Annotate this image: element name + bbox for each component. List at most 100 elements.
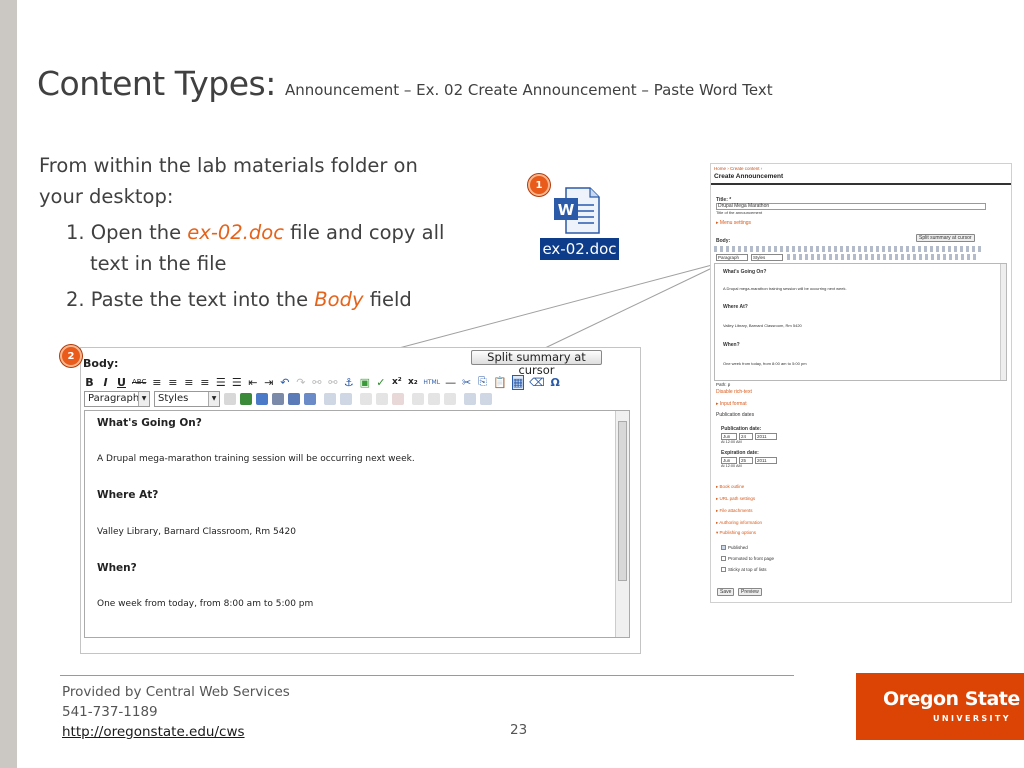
footer-link[interactable]: http://oregonstate.edu/cws xyxy=(62,724,245,740)
insert-layer-icon[interactable] xyxy=(324,393,336,405)
publication-year-select[interactable]: 2011 xyxy=(755,433,777,440)
doc-file-label[interactable]: ex-02.doc xyxy=(540,238,619,260)
mini-split-summary-button[interactable]: Split summary at cursor xyxy=(916,234,975,242)
insert-col-icon[interactable] xyxy=(412,393,424,405)
section-book-outline[interactable]: ▸ Book outline xyxy=(716,484,744,490)
page-number: 23 xyxy=(510,722,528,738)
mini-format-select[interactable]: Paragraph xyxy=(716,254,748,261)
cut-icon[interactable]: ✂ xyxy=(461,376,472,389)
cell-props-icon[interactable] xyxy=(376,393,388,405)
align-justify-icon[interactable]: ≡ xyxy=(199,376,210,389)
expiration-day-select[interactable]: 25 xyxy=(739,457,753,464)
breadcrumb[interactable]: Home › Create content › xyxy=(714,166,762,171)
section-publishing-options[interactable]: ▾ Publishing options xyxy=(716,530,756,536)
indent-icon[interactable]: ⇥ xyxy=(263,376,274,389)
expiration-month-select[interactable]: Jun xyxy=(721,457,737,464)
unlink-icon[interactable]: ⚯ xyxy=(327,376,338,389)
chevron-down-icon: ▼ xyxy=(138,392,149,406)
image-icon[interactable]: ▣ xyxy=(359,376,370,389)
body-editor-area[interactable]: What's Going On? A Drupal mega-marathon … xyxy=(84,410,630,638)
template-icon[interactable] xyxy=(240,393,252,405)
mini-editor-line: One week from today, from 8:00 am to 5:0… xyxy=(723,361,807,366)
save-button[interactable]: Save xyxy=(717,588,735,596)
strikethrough-button[interactable]: ABC xyxy=(132,378,146,386)
styles-select-value: Styles xyxy=(158,393,189,404)
publication-day-select[interactable]: 24 xyxy=(739,433,753,440)
editor-toolbar-row2: Paragraph ▼ Styles ▼ xyxy=(84,391,492,407)
row-props-icon[interactable] xyxy=(360,393,372,405)
logo-line1: Oregon State xyxy=(883,688,1020,710)
footer-provider: Provided by Central Web Services xyxy=(62,684,290,700)
expiration-year-select[interactable]: 2011 xyxy=(755,457,777,464)
mini-toolbar-row2[interactable] xyxy=(787,254,977,260)
word-document-icon[interactable]: W xyxy=(552,185,602,235)
bullet-list-icon[interactable]: ☰ xyxy=(215,376,226,389)
disable-rich-text-link[interactable]: Disable rich-text xyxy=(716,389,752,395)
align-center-icon[interactable]: ≡ xyxy=(167,376,178,389)
format-select-value: Paragraph xyxy=(88,393,140,404)
preview-button[interactable]: Preview xyxy=(738,588,762,596)
publication-month-select[interactable]: Jun xyxy=(721,433,737,440)
publication-time: At 12:00 AM xyxy=(721,440,742,444)
cleanup-icon[interactable]: ✓ xyxy=(375,376,386,389)
scrollbar-thumb[interactable] xyxy=(618,421,627,581)
path-label: Path: p xyxy=(716,382,731,387)
menu-settings-link[interactable]: ▸ Menu settings xyxy=(716,220,751,226)
styles-select[interactable]: Styles ▼ xyxy=(154,391,220,407)
outdent-icon[interactable]: ⇤ xyxy=(247,376,258,389)
format-select[interactable]: Paragraph ▼ xyxy=(84,391,150,407)
bold-button[interactable]: B xyxy=(84,376,95,389)
chevron-down-icon: ▼ xyxy=(208,392,219,406)
editor-scrollbar[interactable] xyxy=(615,411,629,637)
media-icon[interactable] xyxy=(256,393,268,405)
horizontal-rule-icon[interactable]: — xyxy=(445,376,456,389)
step-badge-1: 1 xyxy=(528,174,550,196)
visual-aid-icon[interactable] xyxy=(224,393,236,405)
copy-icon[interactable]: ⎘ xyxy=(477,375,488,389)
paste-word-icon[interactable]: ▦ xyxy=(511,374,525,390)
split-cell-icon[interactable] xyxy=(444,393,456,405)
delete-col-icon[interactable] xyxy=(428,393,440,405)
published-checkbox[interactable] xyxy=(721,545,726,550)
section-authoring-info[interactable]: ▸ Authoring information xyxy=(716,520,762,526)
input-format-link[interactable]: ▸ Input format xyxy=(716,401,747,407)
promoted-checkbox[interactable] xyxy=(721,556,726,561)
undo-icon[interactable]: ↶ xyxy=(279,376,290,389)
mini-toolbar-row1[interactable] xyxy=(714,246,982,252)
table-props-icon[interactable] xyxy=(480,393,492,405)
mini-editor-scrollbar[interactable] xyxy=(1000,264,1006,380)
footer: Provided by Central Web Services 541-737… xyxy=(62,682,290,742)
find-icon[interactable] xyxy=(272,393,284,405)
special-character-icon[interactable]: Ω xyxy=(550,376,561,389)
mini-editor-line: Valley Library, Barnard Classroom, Rm 54… xyxy=(723,323,802,328)
table-icon[interactable] xyxy=(340,393,352,405)
merge-cell-icon[interactable] xyxy=(464,393,476,405)
numbered-list-icon[interactable]: ☰ xyxy=(231,376,242,389)
superscript-icon[interactable]: x² xyxy=(391,377,402,387)
split-summary-button[interactable]: Split summary at cursor xyxy=(471,350,602,377)
create-announcement-screenshot: Home › Create content › Create Announcem… xyxy=(710,163,1012,603)
delete-row-icon[interactable] xyxy=(392,393,404,405)
section-file-attachments[interactable]: ▸ File attachments xyxy=(716,508,753,514)
replace-icon[interactable] xyxy=(288,393,300,405)
remove-format-icon[interactable]: ⌫ xyxy=(529,376,545,389)
paste-icon[interactable]: 📋 xyxy=(493,376,507,389)
mini-styles-select[interactable]: Styles xyxy=(751,254,783,261)
title-rule xyxy=(711,183,1011,185)
align-left-icon[interactable]: ≡ xyxy=(151,376,162,389)
mini-body-editor[interactable]: What's Going On? A Drupal mega-marathon … xyxy=(714,263,1007,381)
promoted-label: Promoted to front page xyxy=(728,556,775,561)
align-right-icon[interactable]: ≡ xyxy=(183,376,194,389)
italic-button[interactable]: I xyxy=(100,376,111,389)
title-input[interactable]: Drupal Mega Marathon xyxy=(716,203,986,210)
redo-icon[interactable]: ↷ xyxy=(295,376,306,389)
link-icon[interactable]: ⚯ xyxy=(311,376,322,389)
sticky-checkbox[interactable] xyxy=(721,567,726,572)
underline-button[interactable]: U xyxy=(116,376,127,389)
subscript-icon[interactable]: x₂ xyxy=(407,377,418,387)
published-label: Published xyxy=(728,545,748,550)
edit-icon[interactable] xyxy=(304,393,316,405)
html-source-icon[interactable]: HTML xyxy=(423,379,440,386)
section-url-path[interactable]: ▸ URL path settings xyxy=(716,496,755,502)
anchor-icon[interactable]: ⚓ xyxy=(343,376,354,389)
